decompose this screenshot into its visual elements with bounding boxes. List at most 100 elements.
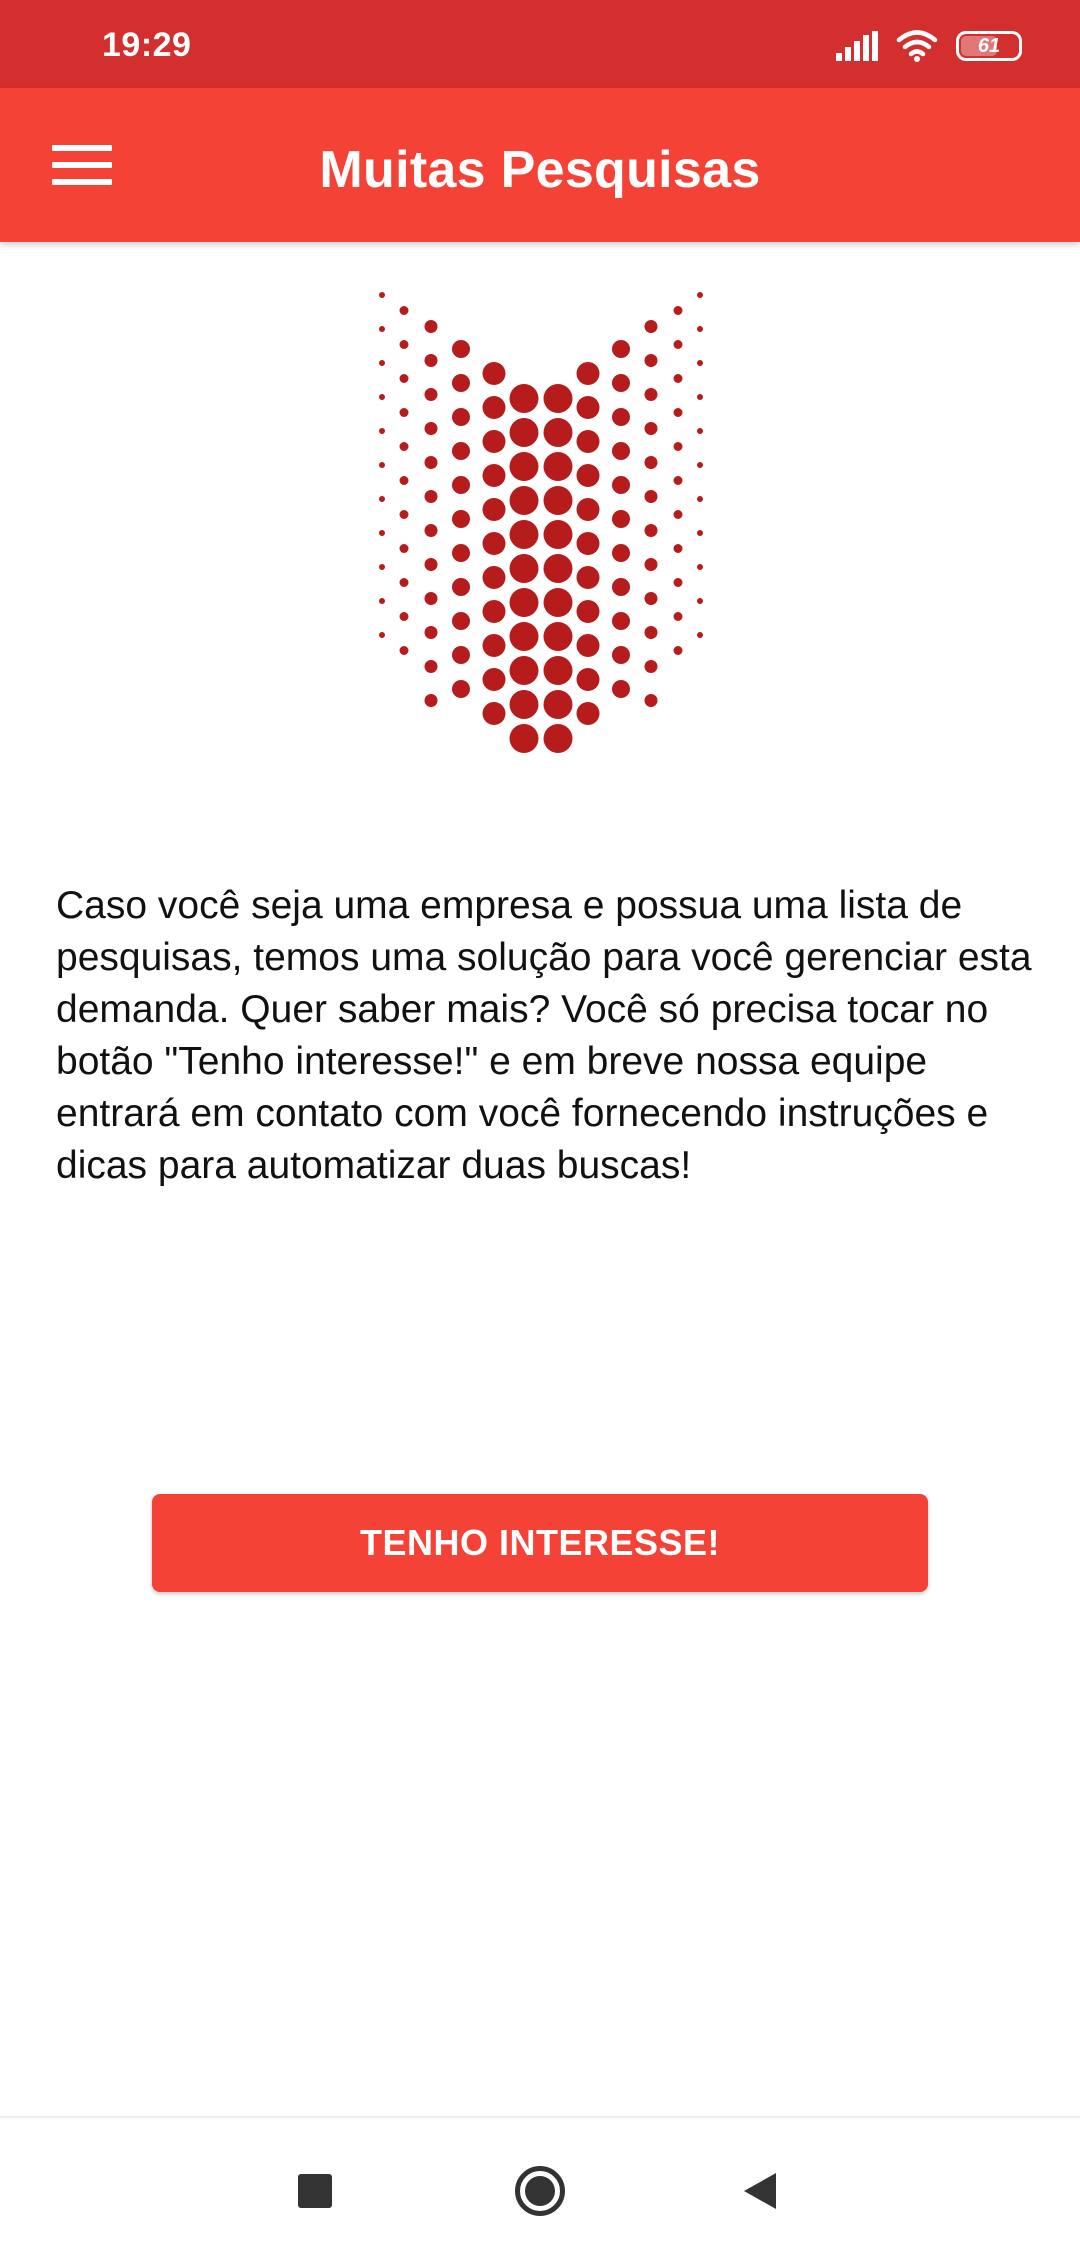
logo-dot [673, 442, 683, 451]
logo-dot [543, 656, 573, 685]
logo-dot [424, 490, 438, 503]
dotted-chevron-logo [379, 292, 703, 753]
logo-dot [379, 326, 385, 332]
logo-dot [482, 668, 506, 691]
logo-dot [452, 340, 470, 358]
logo-dot [576, 702, 600, 725]
logo-dot [482, 430, 506, 453]
logo-dot [576, 668, 600, 691]
screen: 19:29 61 Muitas Pesquisas Caso você seja… [0, 0, 1080, 2246]
logo-dot [452, 612, 470, 630]
logo-dot [424, 320, 438, 333]
logo-dot [482, 600, 506, 623]
logo-dot [612, 510, 630, 528]
logo-dot [673, 578, 683, 587]
logo-dot [673, 306, 683, 315]
logo-dot [576, 532, 600, 555]
logo-dot [576, 634, 600, 657]
logo-dot [452, 578, 470, 596]
logo-dot [543, 622, 573, 651]
status-time: 19:29 [102, 26, 192, 64]
logo-dot [379, 564, 385, 570]
logo-dot [399, 578, 409, 587]
logo-dot [543, 554, 573, 583]
app-bar: Muitas Pesquisas [0, 88, 1080, 242]
logo-dot [543, 588, 573, 617]
logo-dot [509, 452, 539, 481]
logo-dot [612, 544, 630, 562]
logo-dot [673, 544, 683, 553]
logo-dot [379, 598, 385, 604]
logo-dot [612, 408, 630, 426]
interest-button[interactable]: TENHO INTERESSE! [152, 1494, 928, 1592]
logo-dot [452, 476, 470, 494]
logo-dot [452, 646, 470, 664]
logo-dot [697, 428, 703, 434]
logo-dot [644, 558, 658, 571]
logo-dot [576, 430, 600, 453]
logo-dot [673, 612, 683, 621]
logo-dot [644, 592, 658, 605]
logo-dot [576, 600, 600, 623]
logo-dot [399, 374, 409, 383]
logo-dot [612, 442, 630, 460]
logo-dot [379, 428, 385, 434]
logo-dot [673, 646, 683, 655]
signal-icon [836, 31, 878, 61]
logo-dot [452, 544, 470, 562]
logo-dot [644, 694, 658, 707]
logo-dot [697, 360, 703, 366]
recents-square-icon[interactable] [298, 2174, 332, 2208]
back-triangle-icon[interactable] [744, 2173, 776, 2209]
logo-dot [379, 394, 385, 400]
battery-level: 61 [977, 34, 1001, 57]
logo-dot [399, 306, 409, 315]
logo-dot [612, 646, 630, 664]
logo-dot [452, 442, 470, 460]
logo-dot [697, 394, 703, 400]
logo-dot [543, 452, 573, 481]
battery-icon: 61 [956, 31, 1022, 61]
logo-dot [612, 578, 630, 596]
logo-dot [509, 622, 539, 651]
logo-dot [576, 498, 600, 521]
logo-dot [399, 340, 409, 349]
logo-dot [612, 476, 630, 494]
logo-dot [424, 524, 438, 537]
logo-dot [673, 510, 683, 519]
logo-dot [399, 646, 409, 655]
wifi-icon [896, 30, 938, 62]
logo-dot [482, 634, 506, 657]
logo-dot [509, 588, 539, 617]
logo-dot [612, 680, 630, 698]
logo-dot [644, 388, 658, 401]
logo-dot [673, 408, 683, 417]
logo-dot [452, 374, 470, 392]
logo-dot [509, 656, 539, 685]
logo-dot [697, 564, 703, 570]
logo-dot [509, 724, 539, 753]
logo-dot [612, 340, 630, 358]
logo-dot [697, 326, 703, 332]
logo-dot [424, 558, 438, 571]
logo-dot [399, 408, 409, 417]
logo-dot [673, 476, 683, 485]
logo-dot [482, 702, 506, 725]
description-text: Caso você seja uma empresa e possua uma … [56, 884, 1032, 1187]
navigation-bar [0, 2116, 1080, 2246]
logo-dot [399, 544, 409, 553]
logo-dot [424, 456, 438, 469]
logo-dot [399, 476, 409, 485]
logo-dot [509, 418, 539, 447]
logo-dot [482, 532, 506, 555]
logo-dot [612, 612, 630, 630]
logo-dot [399, 612, 409, 621]
logo-dot [482, 464, 506, 487]
logo-dot [644, 456, 658, 469]
logo-dot [644, 422, 658, 435]
logo-dot [697, 292, 703, 298]
logo-dot [379, 530, 385, 536]
logo-dot [576, 362, 600, 385]
logo-dot [644, 490, 658, 503]
home-circle-icon[interactable] [515, 2166, 565, 2216]
